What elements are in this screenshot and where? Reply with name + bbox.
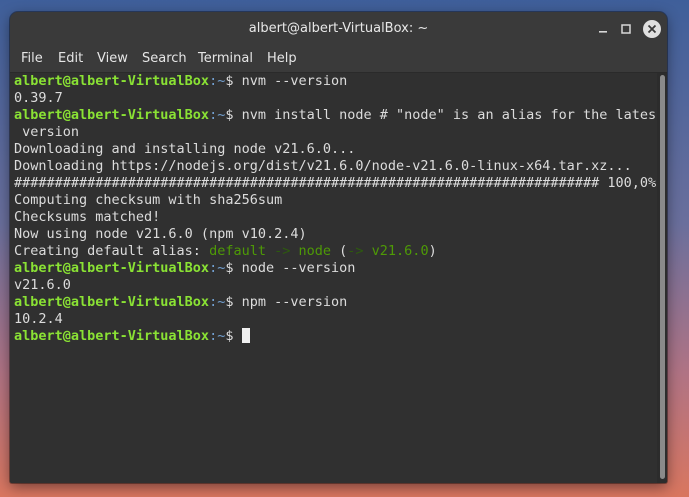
command-text: npm --version xyxy=(241,294,348,310)
alias-version: v21.6.0 xyxy=(371,243,429,259)
prompt-path: :~ xyxy=(209,328,226,344)
menu-help[interactable]: Help xyxy=(267,51,297,66)
close-icon[interactable] xyxy=(642,19,662,39)
output-line: Computing checksum with sha256sum xyxy=(14,192,283,208)
prompt-line: albert@albert-VirtualBox:~$ npm --versio… xyxy=(14,294,347,311)
alias-arrow: -> xyxy=(347,243,372,259)
command-text: nvm install node # "node" is an alias fo… xyxy=(241,107,665,123)
alias-paren-open: ( xyxy=(331,243,348,259)
prompt-path: :~ xyxy=(209,107,226,123)
output-line: Now using node v21.6.0 (npm v10.2.4) xyxy=(14,226,307,242)
menu-file[interactable]: File xyxy=(21,51,43,66)
output-line: Creating default alias: default -> node … xyxy=(14,243,437,260)
scrollbar-thumb[interactable] xyxy=(660,75,665,479)
prompt-user: albert@albert-VirtualBox xyxy=(14,260,210,276)
prompt-symbol: $ xyxy=(225,73,242,89)
output-line: 10.2.4 xyxy=(14,311,63,327)
menu-edit[interactable]: Edit xyxy=(58,51,83,66)
alias-target: node xyxy=(298,243,332,259)
command-text: nvm --version xyxy=(241,73,348,89)
title-bar[interactable]: albert@albert-VirtualBox: ~ xyxy=(10,12,667,46)
prompt-line: albert@albert-VirtualBox:~$ nvm --versio… xyxy=(14,73,347,90)
command-text: node --version xyxy=(241,260,356,276)
terminal-window: albert@albert-VirtualBox: ~ File Edit Vi… xyxy=(10,12,667,483)
prompt-symbol: $ xyxy=(225,294,242,310)
alias-arrow: -> xyxy=(265,243,299,259)
alias-name: default xyxy=(209,243,266,259)
maximize-icon[interactable] xyxy=(617,20,635,38)
menu-view[interactable]: View xyxy=(97,51,128,66)
minimize-icon[interactable] xyxy=(594,20,612,38)
prompt-path: :~ xyxy=(209,294,226,310)
window-title: albert@albert-VirtualBox: ~ xyxy=(248,21,429,36)
prompt-user: albert@albert-VirtualBox xyxy=(14,294,210,310)
prompt-user: albert@albert-VirtualBox xyxy=(14,107,210,123)
prompt-line: albert@albert-VirtualBox:~$ nvm install … xyxy=(14,107,664,124)
output-line: v21.6.0 xyxy=(14,277,71,293)
alias-text: Creating default alias: xyxy=(14,243,210,259)
output-line: Downloading and installing node v21.6.0.… xyxy=(14,141,356,157)
prompt-user: albert@albert-VirtualBox xyxy=(14,328,210,344)
prompt-symbol: $ xyxy=(225,328,242,344)
menu-bar: File Edit View Search Terminal Help xyxy=(10,46,667,73)
prompt-symbol: $ xyxy=(225,260,242,276)
terminal-output[interactable]: albert@albert-VirtualBox:~$ nvm --versio… xyxy=(10,73,664,483)
prompt-line: albert@albert-VirtualBox:~$ xyxy=(14,328,250,345)
output-line: Downloading https://nodejs.org/dist/v21.… xyxy=(14,158,632,174)
alias-paren-close: ) xyxy=(428,243,437,259)
output-line: 0.39.7 xyxy=(14,90,63,106)
menu-search[interactable]: Search xyxy=(142,51,187,66)
scrollbar[interactable] xyxy=(657,73,667,483)
prompt-path: :~ xyxy=(209,260,226,276)
progress-line: ########################################… xyxy=(14,175,657,191)
output-line: Checksums matched! xyxy=(14,209,161,225)
text-cursor xyxy=(241,328,250,343)
prompt-symbol: $ xyxy=(225,107,242,123)
prompt-line: albert@albert-VirtualBox:~$ node --versi… xyxy=(14,260,355,277)
menu-terminal[interactable]: Terminal xyxy=(198,51,253,66)
prompt-user: albert@albert-VirtualBox xyxy=(14,73,210,89)
prompt-path: :~ xyxy=(209,73,226,89)
output-line: version xyxy=(14,124,80,140)
